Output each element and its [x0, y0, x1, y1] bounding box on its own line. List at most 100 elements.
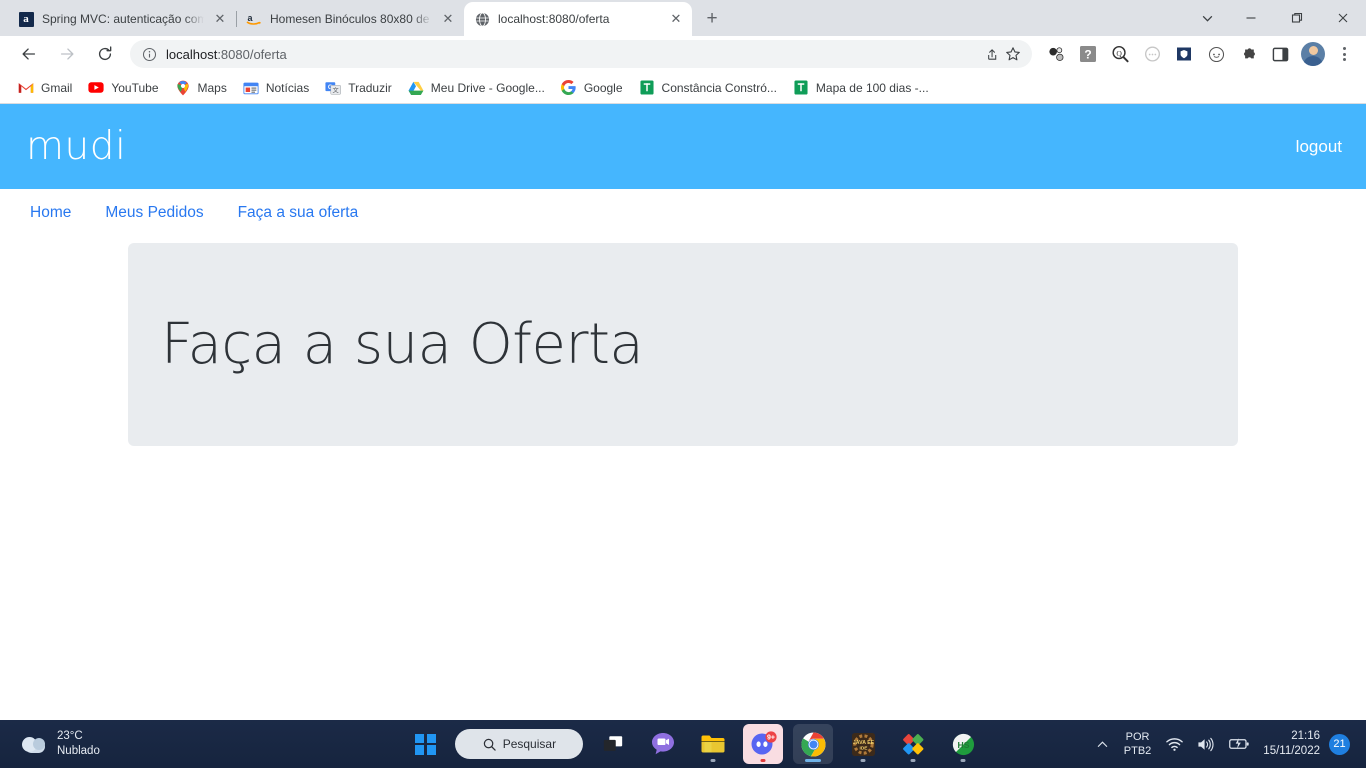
address-bar[interactable]: localhost:8080/oferta [130, 40, 1032, 68]
bookmark-label: Traduzir [348, 80, 392, 95]
weather-text: 23°C Nublado [57, 729, 100, 759]
browser-tab-1[interactable]: a Spring MVC: autenticação com S ✕ [8, 2, 237, 36]
language-indicator[interactable]: POR PTB2 [1116, 730, 1160, 758]
main-navigation: Home Meus Pedidos Faça a sua oferta [0, 189, 1366, 237]
clock[interactable]: 21:16 15/11/2022 [1257, 729, 1329, 759]
avatar[interactable] [1301, 42, 1325, 66]
cloud-icon [18, 734, 48, 754]
site-logo[interactable]: mudi [26, 124, 126, 169]
bookmark-maps[interactable]: Maps [167, 76, 235, 100]
system-tray: POR PTB2 21:16 15/11/2022 21 [1089, 729, 1366, 759]
google-sheets-icon [639, 80, 655, 96]
language-line1: POR [1125, 731, 1150, 743]
browser-tab-3-active[interactable]: localhost:8080/oferta ✕ [464, 2, 692, 36]
diamond-app-icon[interactable] [893, 724, 933, 764]
svg-text:HS: HS [957, 739, 969, 749]
taskbar-apps: Pesquisar 9+ JAVA EE IDE HS [300, 724, 1089, 764]
bookmark-label: Google [583, 80, 623, 95]
google-g-icon [561, 80, 577, 96]
bookmark-gmail[interactable]: Gmail [10, 76, 80, 100]
volume-icon[interactable] [1190, 737, 1222, 752]
bookmark-constancia[interactable]: Constância Constró... [631, 76, 785, 100]
url-path: :8080/oferta [217, 46, 287, 62]
svg-text:a: a [248, 13, 254, 23]
weather-widget[interactable]: 23°C Nublado [0, 729, 300, 759]
forward-arrow-icon[interactable] [53, 40, 81, 68]
svg-text:IDE: IDE [859, 745, 868, 751]
google-sheets-icon [793, 80, 809, 96]
puzzle-piece-icon[interactable] [1236, 42, 1260, 66]
minimize-icon[interactable] [1228, 0, 1274, 36]
page-content: mudi logout Home Meus Pedidos Faça a sua… [0, 104, 1366, 720]
bookmark-label: Maps [197, 80, 227, 95]
back-arrow-icon[interactable] [15, 40, 43, 68]
chat-video-icon[interactable] [643, 724, 683, 764]
window-controls [1186, 0, 1366, 36]
svg-text:?: ? [1084, 48, 1091, 62]
bookmark-label: Mapa de 100 dias -... [815, 80, 929, 95]
new-tab-button[interactable]: + [698, 5, 726, 33]
browser-tab-2[interactable]: a Homesen Binóculos 80x80 de vis ✕ [236, 2, 464, 36]
alura-icon: a [18, 11, 34, 27]
bookmark-label: Gmail [41, 80, 73, 95]
info-circle-icon[interactable] [140, 45, 158, 63]
logout-link[interactable]: logout [1296, 137, 1342, 157]
weather-temperature: 23°C [57, 730, 83, 742]
wifi-icon[interactable] [1159, 737, 1190, 752]
tab-strip: a Spring MVC: autenticação com S ✕ a Hom… [0, 0, 1366, 36]
amazon-icon: a [246, 11, 262, 27]
windows-start-icon[interactable] [405, 724, 445, 764]
nav-link-meus-pedidos[interactable]: Meus Pedidos [105, 204, 221, 222]
star-icon[interactable] [1002, 43, 1024, 65]
maximize-icon[interactable] [1274, 0, 1320, 36]
battery-charging-icon[interactable] [1222, 737, 1257, 751]
javaee-ide-icon[interactable]: JAVA EE IDE [843, 724, 883, 764]
kebab-menu-icon[interactable] [1332, 42, 1356, 66]
molecule-extension-icon[interactable] [1044, 42, 1068, 66]
svg-text:9+: 9+ [767, 735, 775, 742]
search-icon [483, 738, 496, 751]
nav-link-faca-sua-oferta[interactable]: Faça a sua oferta [238, 204, 377, 222]
hs-icon[interactable]: HS [943, 724, 983, 764]
circle-dots-extension-icon[interactable] [1204, 42, 1228, 66]
bookmark-mapa-100-dias[interactable]: Mapa de 100 dias -... [785, 76, 937, 100]
chevron-up-icon[interactable] [1089, 738, 1116, 751]
folder-icon[interactable] [693, 724, 733, 764]
bookmark-google[interactable]: Google [553, 76, 631, 100]
close-icon[interactable]: ✕ [668, 11, 684, 27]
bookmark-label: Constância Constró... [661, 80, 777, 95]
close-icon[interactable] [1320, 0, 1366, 36]
discord-icon[interactable]: 9+ [743, 724, 784, 764]
speech-bubble-extension-icon[interactable] [1140, 42, 1164, 66]
page-title: Faça a sua Oferta [161, 312, 644, 377]
bookmark-meu-drive[interactable]: Meu Drive - Google... [400, 76, 553, 100]
clock-date: 15/11/2022 [1263, 745, 1320, 757]
nav-link-home[interactable]: Home [30, 204, 89, 222]
chrome-icon[interactable] [793, 724, 834, 764]
language-line2: PTB2 [1123, 745, 1152, 757]
chevron-down-icon[interactable] [1186, 0, 1228, 36]
google-translate-icon: G 文 [325, 80, 342, 96]
shield-extension-icon[interactable] [1172, 42, 1196, 66]
tab-title: Spring MVC: autenticação com S [42, 12, 204, 26]
globe-icon [474, 11, 490, 27]
task-view-icon[interactable] [593, 724, 633, 764]
share-icon[interactable] [980, 43, 1002, 65]
close-icon[interactable]: ✕ [440, 11, 456, 27]
side-panel-icon[interactable] [1268, 42, 1292, 66]
question-mark-extension-icon[interactable]: ? [1076, 42, 1100, 66]
windows-taskbar: 23°C Nublado Pesquisar 9+ JAVA EE IDE HS… [0, 720, 1366, 768]
bookmark-traduzir[interactable]: G 文 Traduzir [317, 76, 400, 100]
close-icon[interactable]: ✕ [212, 11, 228, 27]
notification-badge[interactable]: 21 [1329, 733, 1350, 755]
tab-title: localhost:8080/oferta [498, 12, 610, 26]
magnifier-extension-icon[interactable]: Q [1108, 42, 1132, 66]
bookmark-noticias[interactable]: Notícias [235, 76, 317, 100]
reload-icon[interactable] [91, 40, 119, 68]
bookmark-label: Meu Drive - Google... [430, 80, 545, 95]
svg-text:Q: Q [1116, 48, 1122, 57]
search-input[interactable]: Pesquisar [455, 729, 584, 759]
maps-pin-icon [175, 80, 191, 96]
bookmark-youtube[interactable]: YouTube [80, 76, 166, 100]
bookmark-label: Notícias [265, 80, 310, 95]
